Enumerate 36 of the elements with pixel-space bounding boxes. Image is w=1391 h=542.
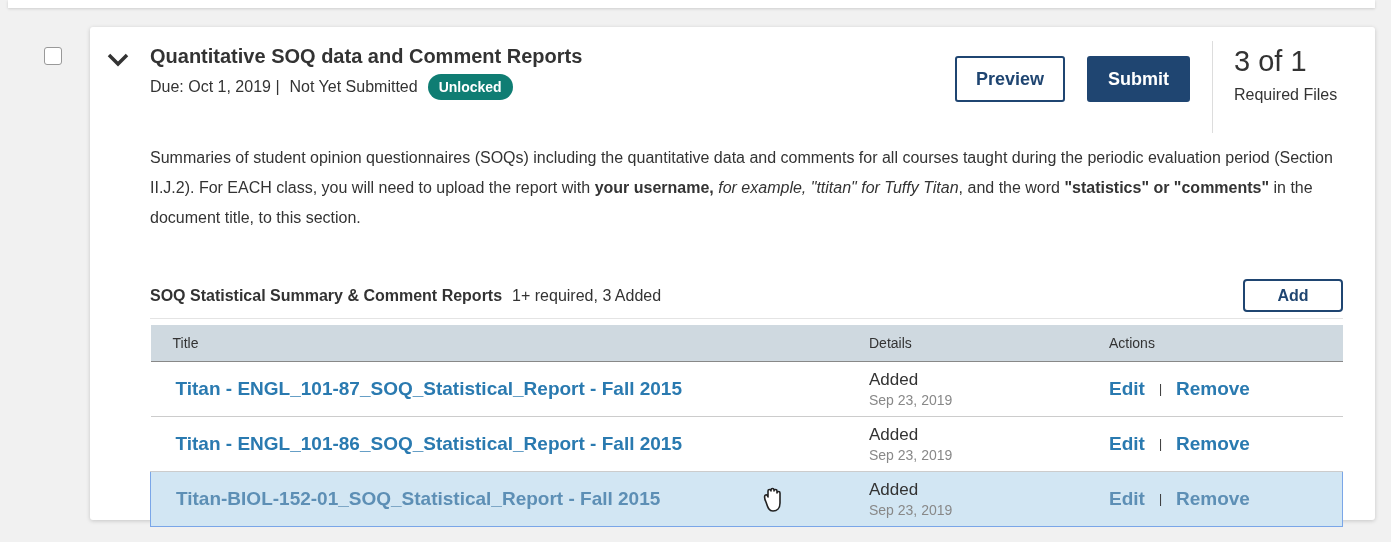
file-count-label: Required Files <box>1234 86 1339 104</box>
checkbox[interactable] <box>44 47 62 65</box>
add-button[interactable]: Add <box>1243 279 1343 312</box>
column-header: Details <box>869 335 912 351</box>
section-info: 1+ required, 3 Added <box>512 286 663 305</box>
submit-button[interactable]: Submit <box>1087 56 1190 102</box>
status-badge: Unlocked <box>427 74 513 100</box>
table-row[interactable]: Titan - ENGL_101-87_SOQ_Statistical_Report - Fall 2015 Added Sep 23, 2019 Edit | Remove <box>150 361 1343 417</box>
chevron-down-icon[interactable] <box>107 53 129 67</box>
detail-status: Added <box>869 425 920 445</box>
preview-button[interactable]: Preview <box>954 56 1065 102</box>
detail-status: Added <box>869 370 920 390</box>
remove-link[interactable]: Remove <box>1176 488 1250 510</box>
detail-date: Sep 23, 2019 <box>869 392 954 408</box>
file-link[interactable]: Titan - ENGL_101-87_SOQ_Statistical_Report - Fall 2015 <box>175 378 682 400</box>
column-header: Title <box>171 335 199 351</box>
separator: | <box>1158 437 1162 451</box>
remove-link[interactable]: Remove <box>1176 433 1250 455</box>
edit-link[interactable]: Edit <box>1109 378 1145 400</box>
submission-status: Not Yet Submitted <box>289 78 418 96</box>
item-title: Quantitative SOQ data and Comment Reports <box>150 45 584 68</box>
due-date: Due: Oct 1, 2019 | <box>150 78 280 96</box>
table-row[interactable]: Titan - ENGL_101-86_SOQ_Statistical_Report - Fall 2015 Added Sep 23, 2019 Edit | Remove <box>150 416 1343 472</box>
edit-link[interactable]: Edit <box>1109 433 1145 455</box>
column-header: Actions <box>1109 335 1155 351</box>
separator: | <box>1158 382 1162 396</box>
separator: | <box>1158 492 1162 506</box>
detail-date: Sep 23, 2019 <box>869 502 954 518</box>
remove-link[interactable]: Remove <box>1176 378 1250 400</box>
detail-status: Added <box>869 480 920 500</box>
detail-date: Sep 23, 2019 <box>869 447 954 463</box>
file-link[interactable]: Titan - ENGL_101-86_SOQ_Statistical_Report - Fall 2015 <box>175 433 682 455</box>
description: Summaries of student opinion questionnaires (SOQs) including the quantitative data and comments for all courses taught during the periodic evaluation period (Section II.J.2). For EACH class, you will need to upload the report with your username, for example, "ttitan" for Tuffy Titan, and the word "statistics" or "comments" in the document title, to this section. <box>150 148 1334 228</box>
file-count: 3 of 1 <box>1234 45 1308 78</box>
edit-link[interactable]: Edit <box>1109 488 1145 510</box>
section-title: SOQ Statistical Summary & Comment Reports <box>150 286 503 305</box>
